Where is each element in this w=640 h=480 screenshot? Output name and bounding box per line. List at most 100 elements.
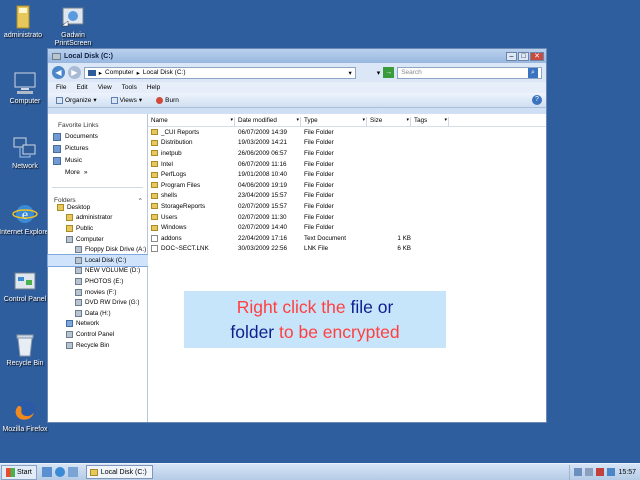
chevron-down-icon[interactable]: ▾	[406, 117, 409, 123]
maximize-button[interactable]: □	[518, 51, 529, 61]
file-date: 23/04/2009 15:57	[238, 192, 288, 200]
column-name[interactable]: Name ▾	[148, 117, 235, 126]
caption-part: file	[350, 296, 373, 317]
tree-item-label: PHOTOS (E:)	[85, 277, 124, 285]
command-toolbar: Organize ▾ Views ▾ Burn ?	[48, 93, 546, 108]
favorite-pictures[interactable]: Pictures	[48, 141, 147, 153]
organize-button[interactable]: Organize ▾	[56, 96, 97, 104]
tree-item[interactable]: PHOTOS (E:)	[48, 276, 148, 287]
file-row[interactable]: _CUI Reports 06/07/2009 14:39 File Folder	[148, 127, 546, 138]
search-input[interactable]: Search ⌕	[397, 66, 543, 79]
file-name: Distribution	[148, 139, 235, 146]
file-type: File Folder	[304, 171, 334, 179]
column-type[interactable]: Type ▾	[301, 117, 367, 126]
column-size[interactable]: Size ▾	[367, 117, 411, 126]
tree-item[interactable]: Computer	[48, 234, 148, 245]
minimize-button[interactable]: –	[506, 51, 517, 61]
menu-file[interactable]: File	[56, 84, 66, 91]
file-row[interactable]: Program Files 04/06/2009 19:19 File Folder	[148, 180, 546, 191]
chevron-down-icon[interactable]: ▾	[444, 117, 447, 123]
tree-item[interactable]: Floppy Disk Drive (A:)	[48, 244, 148, 255]
address-dropdown-arrow[interactable]: ▾	[377, 69, 381, 77]
tree-item[interactable]: movies (F:)	[48, 287, 148, 298]
file-list-pane: Name ▾ Date modified ▾ Type ▾ Size ▾ Tags ▾ _…	[148, 114, 546, 422]
back-button[interactable]: ◀	[52, 66, 65, 79]
menu-help[interactable]: Help	[147, 84, 160, 91]
file-row[interactable]: Users 02/07/2009 11:30 File Folder	[148, 212, 546, 223]
file-row[interactable]: shells 23/04/2009 15:57 File Folder	[148, 191, 546, 202]
file-row[interactable]: addons 22/04/2009 17:16 Text Document 1 KB	[148, 233, 546, 244]
tree-item[interactable]: Data (H:)	[48, 308, 148, 319]
views-button[interactable]: Views ▾	[110, 96, 143, 104]
chevron-down-icon: ▾	[138, 97, 143, 104]
tree-item[interactable]: NEW VOLUME (D:)	[48, 266, 148, 277]
tree-item[interactable]: Network	[48, 319, 148, 330]
tree-item[interactable]: administrator	[48, 213, 148, 224]
search-icon[interactable]: ⌕	[528, 67, 539, 78]
internet-explorer-icon[interactable]	[54, 467, 65, 477]
file-type: File Folder	[304, 181, 334, 189]
column-date-modified[interactable]: Date modified ▾	[235, 117, 301, 126]
tree-item[interactable]: Public	[48, 223, 148, 234]
address-bar[interactable]: ▸ Computer ▸ Local Disk (C:) ▾	[83, 66, 356, 79]
file-row[interactable]: Windows 02/07/2009 14:40 File Folder	[148, 222, 546, 233]
folder-icon	[151, 224, 158, 231]
documents-icon	[53, 132, 61, 141]
file-row[interactable]: StorageReports 02/07/2009 15:57 File Folde…	[148, 201, 546, 212]
start-button[interactable]: Start	[1, 464, 37, 480]
burn-button[interactable]: Burn	[156, 96, 179, 104]
file-date: 02/07/2009 15:57	[238, 202, 288, 210]
drive-icon	[75, 267, 82, 275]
caption-part: folder	[230, 321, 275, 342]
folder-icon	[151, 161, 158, 168]
file-name-label: Distribution	[161, 139, 193, 147]
menu-edit[interactable]: Edit	[76, 84, 87, 91]
tree-item[interactable]: Control Panel	[48, 329, 148, 340]
menu-view[interactable]: View	[98, 84, 112, 91]
tree-item-label: Data (H:)	[85, 309, 111, 317]
desktop-icon-gadwin[interactable]: Gadwin PrintScreen	[42, 4, 104, 48]
favorite-documents[interactable]: Documents	[48, 129, 147, 141]
chevron-down-icon[interactable]: ▾	[362, 117, 365, 123]
file-row[interactable]: Intel 06/07/2009 11:16 File Folder	[148, 159, 546, 170]
file-row[interactable]: DOC~SECT.LNK 30/03/2009 22:56 LNK File 6 KB	[148, 244, 546, 255]
close-button[interactable]: ✕	[530, 51, 544, 61]
document-icon	[151, 245, 158, 253]
switch-windows-icon[interactable]	[67, 467, 78, 477]
chevron-down-icon[interactable]: ▾	[296, 117, 299, 123]
show-desktop-icon[interactable]	[41, 467, 52, 477]
tree-item[interactable]: DVD RW Drive (G:)	[48, 297, 148, 308]
printscreen-tray-icon[interactable]	[607, 468, 616, 476]
file-date: 30/03/2009 22:56	[238, 245, 288, 253]
chevron-down-icon[interactable]: ▾	[230, 117, 233, 123]
file-row[interactable]: PerfLogs 19/01/2008 10:40 File Folder	[148, 169, 546, 180]
column-tags[interactable]: Tags ▾	[411, 117, 449, 126]
go-icon[interactable]: →	[383, 67, 395, 78]
clock[interactable]: 15:57	[618, 469, 636, 476]
file-row[interactable]: Distribution 19/03/2009 14:21 File Folder	[148, 138, 546, 149]
help-icon[interactable]: ?	[532, 95, 542, 105]
tree-item[interactable]: Recycle Bin	[48, 340, 148, 351]
forward-button[interactable]: ▶	[67, 66, 81, 79]
address-segment-local-disk[interactable]: Local Disk (C:)	[143, 69, 186, 76]
taskbar-item-local-disk[interactable]: Local Disk (C:)	[85, 465, 153, 479]
folder-icon	[151, 203, 158, 210]
address-segment-computer[interactable]: Computer	[105, 69, 134, 76]
file-name: PerfLogs	[148, 171, 235, 178]
menu-tools[interactable]: Tools	[122, 84, 137, 91]
tree-item[interactable]: Desktop	[48, 202, 148, 213]
security-icon[interactable]	[596, 468, 605, 476]
folder-icon	[151, 129, 158, 136]
tree-item-label: Control Panel	[76, 330, 115, 338]
favorites-header: Favorite Links	[58, 122, 99, 129]
file-rows: _CUI Reports 06/07/2009 14:39 File Folder D…	[148, 127, 546, 254]
window-titlebar[interactable]: Local Disk (C:) – □ ✕	[48, 49, 546, 63]
favorite-music[interactable]: Music	[48, 153, 147, 165]
file-row[interactable]: inetpub 26/06/2009 06:57 File Folder	[148, 148, 546, 159]
tree-item[interactable]: Local Disk (C:)	[47, 254, 149, 267]
network-tray-icon[interactable]	[574, 468, 583, 476]
tree-item-label: Network	[76, 320, 100, 328]
volume-icon[interactable]	[585, 468, 594, 476]
internet-explorer-icon: e	[12, 201, 38, 227]
favorite-more[interactable]: More»	[48, 165, 147, 177]
